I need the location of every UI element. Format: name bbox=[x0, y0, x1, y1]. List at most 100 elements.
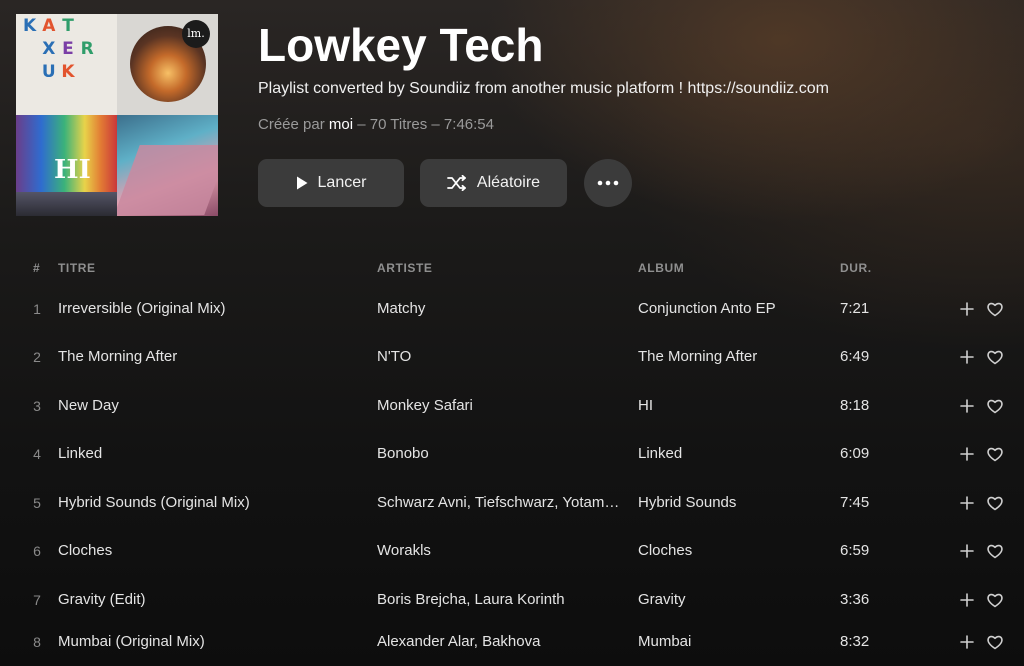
track-artist[interactable]: Bonobo bbox=[377, 430, 621, 478]
plus-icon[interactable] bbox=[957, 632, 977, 652]
track-row[interactable]: 4 Linked Bonobo Linked 6:09 bbox=[0, 430, 1024, 478]
heart-icon[interactable] bbox=[985, 541, 1005, 561]
cover-letter bbox=[78, 16, 97, 37]
track-duration: 6:59 bbox=[840, 542, 870, 559]
cover-city bbox=[16, 192, 117, 216]
shuffle-button[interactable]: Aléatoire bbox=[420, 159, 567, 207]
shuffle-icon bbox=[447, 175, 467, 191]
owner-link[interactable]: moi bbox=[329, 116, 353, 133]
track-title[interactable]: Hybrid Sounds (Original Mix) bbox=[58, 479, 358, 527]
cover-letter: E bbox=[62, 39, 74, 59]
cover-letter: U bbox=[41, 62, 56, 82]
cover-tile-1: K A T X E R U K bbox=[16, 14, 117, 115]
track-album[interactable]: Conjunction Anto EP bbox=[638, 285, 823, 333]
track-row[interactable]: 1 Irreversible (Original Mix) Matchy Con… bbox=[0, 285, 1024, 333]
track-row[interactable]: 7 Gravity (Edit) Boris Brejcha, Laura Ko… bbox=[0, 576, 1024, 624]
track-album[interactable]: The Morning After bbox=[638, 333, 823, 381]
cover-tile-3: HI bbox=[16, 115, 117, 216]
cover-letter: K bbox=[61, 62, 75, 82]
play-button-label: Lancer bbox=[317, 174, 367, 191]
header-album[interactable]: ALBUM bbox=[638, 261, 684, 275]
playlist-meta: Créée par moi – 70 Titres – 7:46:54 bbox=[258, 116, 494, 133]
playlist-description: Playlist converted by Soundiiz from anot… bbox=[258, 80, 829, 97]
cover-logo: lm. bbox=[182, 20, 210, 48]
track-row[interactable]: 2 The Morning After N'TO The Morning Aft… bbox=[0, 333, 1024, 381]
plus-icon[interactable] bbox=[957, 541, 977, 561]
shuffle-button-label: Aléatoire bbox=[476, 174, 541, 191]
track-number: 5 bbox=[33, 495, 41, 511]
track-album[interactable]: Mumbai bbox=[638, 618, 823, 666]
track-row[interactable]: 3 New Day Monkey Safari HI 8:18 bbox=[0, 382, 1024, 430]
playlist-cover: K A T X E R U K lm. HI bbox=[16, 14, 218, 216]
track-number: 6 bbox=[33, 543, 41, 559]
cover-letter: X bbox=[42, 39, 56, 59]
track-number: 7 bbox=[33, 592, 41, 608]
more-icon bbox=[597, 180, 619, 186]
heart-icon[interactable] bbox=[985, 444, 1005, 464]
track-artist[interactable]: N'TO bbox=[377, 333, 621, 381]
track-title[interactable]: Gravity (Edit) bbox=[58, 576, 358, 624]
more-options-button[interactable] bbox=[584, 159, 632, 207]
heart-icon[interactable] bbox=[985, 396, 1005, 416]
play-button[interactable]: Lancer bbox=[258, 159, 404, 207]
track-duration: 6:09 bbox=[840, 445, 870, 462]
track-artist[interactable]: Monkey Safari bbox=[377, 382, 621, 430]
playlist-stats: – 70 Titres – 7:46:54 bbox=[357, 116, 494, 133]
header-artist[interactable]: ARTISTE bbox=[377, 261, 433, 275]
cover-letter bbox=[20, 62, 39, 83]
track-album[interactable]: Cloches bbox=[638, 527, 823, 575]
cover-letter bbox=[97, 62, 116, 83]
track-album[interactable]: Linked bbox=[638, 430, 823, 478]
heart-icon[interactable] bbox=[985, 493, 1005, 513]
play-icon bbox=[296, 176, 308, 190]
track-duration: 7:21 bbox=[840, 300, 870, 317]
plus-icon[interactable] bbox=[957, 347, 977, 367]
cover-rock bbox=[117, 145, 218, 215]
cover-tile-4 bbox=[117, 115, 218, 216]
track-artist[interactable]: Worakls bbox=[377, 527, 621, 575]
track-row[interactable]: 8 Mumbai (Original Mix) Alexander Alar, … bbox=[0, 618, 1024, 666]
track-album[interactable]: Hybrid Sounds bbox=[638, 479, 823, 527]
track-artist[interactable]: Schwarz Avni, Tiefschwarz, Yotam A... bbox=[377, 479, 621, 527]
plus-icon[interactable] bbox=[957, 590, 977, 610]
track-row[interactable]: 6 Cloches Worakls Cloches 6:59 bbox=[0, 527, 1024, 575]
track-artist[interactable]: Alexander Alar, Bakhova bbox=[377, 618, 621, 666]
plus-icon[interactable] bbox=[957, 299, 977, 319]
track-title[interactable]: Irreversible (Original Mix) bbox=[58, 285, 358, 333]
track-title[interactable]: Cloches bbox=[58, 527, 358, 575]
cover-letter: T bbox=[62, 16, 74, 36]
track-number: 3 bbox=[33, 398, 41, 414]
plus-icon[interactable] bbox=[957, 396, 977, 416]
track-duration: 8:18 bbox=[840, 397, 870, 414]
heart-icon[interactable] bbox=[985, 347, 1005, 367]
track-title[interactable]: Mumbai (Original Mix) bbox=[58, 618, 358, 666]
cover-letters: K A T X E R U K bbox=[20, 16, 116, 83]
heart-icon[interactable] bbox=[985, 299, 1005, 319]
cover-letter: R bbox=[80, 39, 94, 59]
track-album[interactable]: HI bbox=[638, 382, 823, 430]
created-by-label: Créée par bbox=[258, 116, 325, 133]
track-number: 4 bbox=[33, 446, 41, 462]
header-duration[interactable]: DUR. bbox=[840, 261, 872, 275]
track-duration: 3:36 bbox=[840, 591, 870, 608]
header-title[interactable]: TITRE bbox=[58, 261, 96, 275]
cover-letter bbox=[20, 39, 39, 60]
header-number: # bbox=[33, 261, 41, 275]
cover-tile-2: lm. bbox=[117, 14, 218, 115]
track-row[interactable]: 5 Hybrid Sounds (Original Mix) Schwarz A… bbox=[0, 479, 1024, 527]
cover-letter: K bbox=[23, 16, 37, 36]
track-title[interactable]: Linked bbox=[58, 430, 358, 478]
track-duration: 8:32 bbox=[840, 633, 870, 650]
track-artist[interactable]: Boris Brejcha, Laura Korinth bbox=[377, 576, 621, 624]
track-title[interactable]: New Day bbox=[58, 382, 358, 430]
track-duration: 7:45 bbox=[840, 494, 870, 511]
track-number: 8 bbox=[33, 634, 41, 650]
cover-letter: A bbox=[42, 16, 56, 36]
track-artist[interactable]: Matchy bbox=[377, 285, 621, 333]
plus-icon[interactable] bbox=[957, 493, 977, 513]
track-album[interactable]: Gravity bbox=[638, 576, 823, 624]
heart-icon[interactable] bbox=[985, 632, 1005, 652]
plus-icon[interactable] bbox=[957, 444, 977, 464]
heart-icon[interactable] bbox=[985, 590, 1005, 610]
track-title[interactable]: The Morning After bbox=[58, 333, 358, 381]
